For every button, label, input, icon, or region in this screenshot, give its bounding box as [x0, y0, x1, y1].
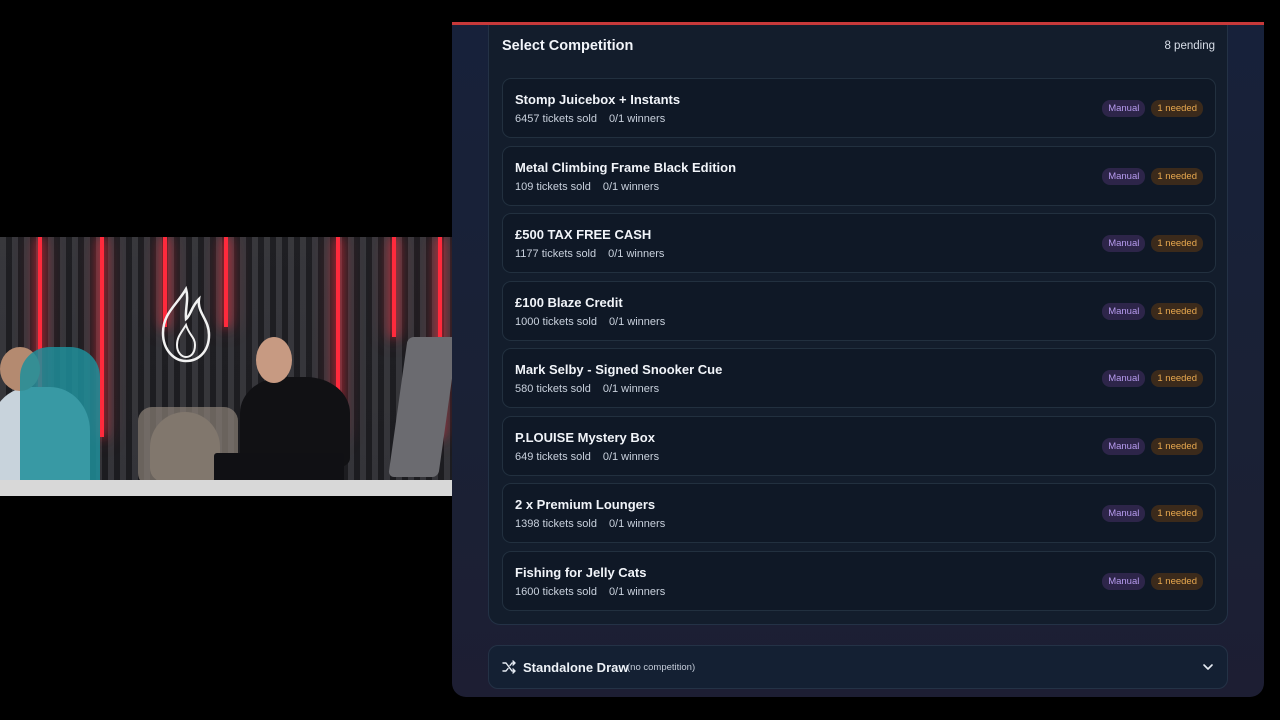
needed-badge: 1 needed	[1151, 437, 1203, 455]
needed-badge: 1 needed	[1151, 572, 1203, 590]
competition-name: P.LOUISE Mystery Box	[515, 429, 655, 445]
competition-name: Mark Selby - Signed Snooker Cue	[515, 362, 723, 377]
competition-meta: 649 tickets sold 0/1 winners	[515, 451, 659, 463]
card-title: Select Competition	[502, 38, 634, 54]
manual-badge: Manual	[1102, 100, 1146, 117]
competition-item[interactable]: £500 TAX FREE CASH 1177 tickets sold 0/1 w…	[502, 213, 1216, 273]
select-competition-card: Select Competition 8 pending Stomp Juice…	[488, 25, 1228, 625]
tickets-sold: 1177 tickets sold	[515, 248, 597, 260]
needed-badge: 1 needed	[1151, 302, 1203, 320]
competition-item[interactable]: Fishing for Jelly Cats 1600 tickets sold 0…	[502, 550, 1216, 611]
needed-badge: 1 needed	[1151, 167, 1203, 185]
competition-meta: 1177 tickets sold 0/1 winners	[515, 248, 664, 260]
tickets-sold: 1398 tickets sold	[515, 518, 597, 530]
competition-badges: Manual 1 needed	[1102, 505, 1203, 522]
competition-meta: 1600 tickets sold 0/1 winners	[515, 586, 665, 598]
competition-name: £500 TAX FREE CASH	[515, 227, 652, 242]
competition-item[interactable]: Stomp Juicebox + Instants 6457 tickets so…	[502, 78, 1216, 138]
winners-count: 0/1 winners	[602, 383, 660, 395]
chevron-down-icon[interactable]	[1201, 660, 1215, 674]
manual-badge: Manual	[1102, 370, 1146, 387]
flame-logo	[161, 285, 211, 363]
needed-badge: 1 needed	[1151, 100, 1203, 117]
manual-badge: Manual	[1102, 437, 1146, 455]
neon-light	[100, 237, 104, 437]
winners-count: 0/1 winners	[602, 180, 660, 193]
competition-list: Stomp Juicebox + Instants 6457 tickets so…	[502, 78, 1216, 618]
pending-count: 8 pending	[1164, 40, 1215, 52]
competition-badges: Manual 1 needed	[1102, 167, 1203, 185]
winners-count: 0/1 winners	[608, 518, 666, 530]
tickets-sold: 580 tickets sold	[515, 383, 591, 395]
manual-badge: Manual	[1102, 235, 1146, 252]
competition-meta: 1398 tickets sold 0/1 winners	[515, 518, 665, 530]
competition-item[interactable]: 2 x Premium Loungers 1398 tickets sold 0/1…	[502, 483, 1216, 543]
competition-meta: 1000 tickets sold 0/1 winners	[515, 316, 665, 328]
winners-count: 0/1 winners	[602, 450, 660, 463]
needed-badge: 1 needed	[1151, 505, 1203, 522]
draw-panel: Select Competition 8 pending Stomp Juice…	[452, 22, 1264, 697]
person-right-head	[256, 337, 292, 383]
tickets-sold: 109 tickets sold	[515, 180, 591, 193]
tickets-sold: 1600 tickets sold	[515, 585, 597, 598]
standalone-draw-title: Standalone Draw	[523, 660, 629, 675]
competition-item[interactable]: P.LOUISE Mystery Box 649 tickets sold 0/1 …	[502, 415, 1216, 476]
tickets-sold: 649 tickets sold	[515, 450, 591, 463]
competition-name: Stomp Juicebox + Instants	[515, 92, 681, 107]
competition-item[interactable]: Metal Climbing Frame Black Edition 109 ti…	[502, 145, 1216, 206]
competition-name: Fishing for Jelly Cats	[515, 564, 647, 580]
winners-count: 0/1 winners	[608, 248, 665, 260]
competition-name: Metal Climbing Frame Black Edition	[515, 159, 737, 175]
live-video-feed	[0, 237, 452, 496]
competition-meta: 580 tickets sold 0/1 winners	[515, 383, 659, 395]
competition-name: 2 x Premium Loungers	[515, 497, 656, 512]
needed-badge: 1 needed	[1151, 370, 1203, 387]
manual-badge: Manual	[1102, 505, 1146, 522]
tickets-sold: 6457 tickets sold	[515, 113, 597, 125]
standalone-draw-toggle[interactable]: Standalone Draw (no competition)	[488, 645, 1228, 689]
winners-count: 0/1 winners	[608, 585, 666, 598]
neon-light	[392, 237, 396, 337]
competition-badges: Manual 1 needed	[1102, 572, 1203, 590]
neon-light	[224, 237, 228, 327]
standalone-draw-subtitle: (no competition)	[627, 662, 696, 673]
gaming-chair	[20, 347, 100, 487]
tickets-sold: 1000 tickets sold	[515, 315, 597, 328]
competition-badges: Manual 1 needed	[1102, 370, 1203, 387]
needed-badge: 1 needed	[1151, 235, 1203, 252]
competition-badges: Manual 1 needed	[1102, 235, 1203, 252]
manual-badge: Manual	[1102, 302, 1146, 320]
competition-badges: Manual 1 needed	[1102, 437, 1203, 455]
competition-badges: Manual 1 needed	[1102, 302, 1203, 320]
winners-count: 0/1 winners	[608, 113, 666, 125]
competition-name: £100 Blaze Credit	[515, 294, 623, 310]
competition-meta: 109 tickets sold 0/1 winners	[515, 181, 659, 193]
competition-item[interactable]: £100 Blaze Credit 1000 tickets sold 0/1 wi…	[502, 280, 1216, 341]
desk	[0, 480, 452, 496]
manual-badge: Manual	[1102, 572, 1146, 590]
competition-item[interactable]: Mark Selby - Signed Snooker Cue 580 ticke…	[502, 348, 1216, 408]
winners-count: 0/1 winners	[608, 315, 666, 328]
manual-badge: Manual	[1102, 167, 1146, 185]
competition-meta: 6457 tickets sold 0/1 winners	[515, 113, 665, 125]
shuffle-icon	[502, 660, 516, 674]
competition-badges: Manual 1 needed	[1102, 100, 1203, 117]
